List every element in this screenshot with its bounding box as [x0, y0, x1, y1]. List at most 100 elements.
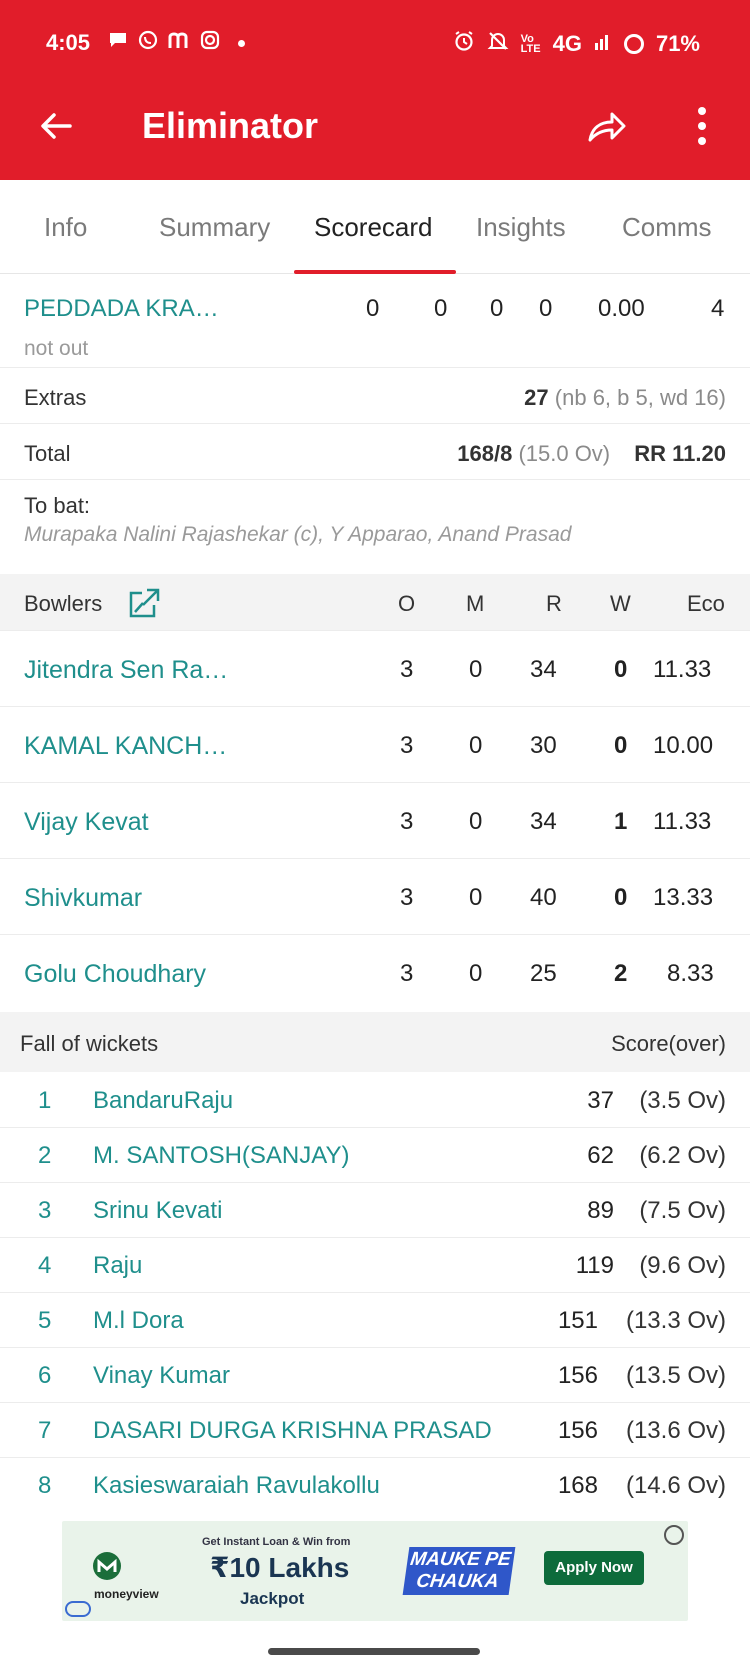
- ad-banner[interactable]: moneyview Get Instant Loan & Win from ₹1…: [62, 1521, 688, 1621]
- fow-row: 7 DASARI DURGA KRISHNA PRASAD 156 (13.6 …: [0, 1403, 750, 1458]
- extras-row: Extras 27 (nb 6, b 5, wd 16): [0, 369, 750, 424]
- fow-score: 168: [557, 1472, 598, 1499]
- fow-row: 4 Raju 119 (9.6 Ov): [0, 1238, 750, 1293]
- fow-score: 37: [587, 1087, 614, 1114]
- ad-apply-button[interactable]: Apply Now: [544, 1551, 644, 1585]
- fow-row: 3 Srinu Kevati 89 (7.5 Ov): [0, 1183, 750, 1238]
- fow-index: 2: [38, 1142, 52, 1169]
- fow-player-name[interactable]: DASARI DURGA KRISHNA PRASAD: [93, 1417, 492, 1445]
- bowler-overs: 3: [400, 808, 414, 835]
- fow-player-name[interactable]: Kasieswaraiah Ravulakollu: [93, 1472, 380, 1500]
- mute-bell-icon: [487, 30, 509, 58]
- home-indicator[interactable]: [268, 1648, 480, 1655]
- share-icon[interactable]: [586, 106, 628, 146]
- fall-of-wickets-header: Fall of wickets Score(over): [0, 1012, 750, 1072]
- tab-insights[interactable]: Insights: [476, 212, 566, 243]
- batsman-sixes: 0: [539, 295, 553, 322]
- fow-over: (13.5 Ov): [625, 1362, 726, 1389]
- total-score: 168/8: [457, 441, 513, 466]
- ad-jackpot: Jackpot: [240, 1589, 305, 1608]
- fow-player-name[interactable]: M. SANTOSH(SANJAY): [93, 1142, 349, 1170]
- bowler-row[interactable]: Golu Choudhary 3 0 25 2 8.33: [0, 936, 750, 1011]
- fow-player-name[interactable]: Raju: [93, 1252, 142, 1280]
- extras-value: 27: [524, 385, 549, 410]
- bowler-wickets: 0: [614, 884, 628, 911]
- batsman-fours: 0: [490, 295, 504, 322]
- bowler-row[interactable]: Shivkumar 3 0 40 0 13.33: [0, 860, 750, 935]
- fow-row: 2 M. SANTOSH(SANJAY) 62 (6.2 Ov): [0, 1128, 750, 1183]
- top-bar: 4:05 Vo LTE 4G 71% Eliminator: [0, 0, 750, 180]
- bowler-runs: 25: [530, 960, 557, 987]
- moneyview-logo-icon: [93, 1552, 121, 1580]
- back-arrow-icon[interactable]: [36, 106, 76, 146]
- fow-player-name[interactable]: BandaruRaju: [93, 1087, 233, 1115]
- alarm-icon: [453, 30, 475, 58]
- fow-row: 1 BandaruRaju 37 (3.5 Ov): [0, 1073, 750, 1128]
- page-title: Eliminator: [142, 105, 319, 146]
- bowler-row[interactable]: Jitendra Sen Ra… 3 0 34 0 11.33: [0, 632, 750, 707]
- tab-comms[interactable]: Comms: [622, 212, 712, 243]
- fow-player-name[interactable]: Srinu Kevati: [93, 1197, 222, 1225]
- fow-row: 6 Vinay Kumar 156 (13.5 Ov): [0, 1348, 750, 1403]
- fow-score: 156: [557, 1362, 598, 1389]
- tab-scorecard[interactable]: Scorecard: [314, 212, 433, 243]
- total-row: Total 168/8 (15.0 Ov) RR 11.20: [0, 425, 750, 480]
- more-options-icon[interactable]: [690, 104, 714, 148]
- ad-choices-icon[interactable]: [664, 1525, 684, 1545]
- batsman-row[interactable]: PEDDADA KRA… not out 0 0 0 0 0.00 4: [0, 275, 750, 368]
- external-link-icon[interactable]: [128, 588, 160, 618]
- batsman-extra-col: 4: [711, 295, 725, 322]
- batsman-name[interactable]: PEDDADA KRA…: [24, 295, 219, 323]
- to-bat-section: To bat: Murapaka Nalini Rajashekar (c), …: [0, 481, 750, 573]
- ad-amount: ₹10 Lakhs: [210, 1552, 350, 1583]
- tab-info[interactable]: Info: [44, 212, 87, 243]
- fow-over: (14.6 Ov): [625, 1472, 726, 1499]
- bowler-runs: 34: [530, 656, 557, 683]
- bowler-maidens: 0: [469, 884, 483, 911]
- total-label: Total: [24, 441, 71, 466]
- bowler-maidens: 0: [469, 808, 483, 835]
- app-bar: Eliminator: [0, 88, 750, 180]
- bowler-economy: 10.00: [653, 732, 714, 759]
- bowlers-label: Bowlers: [24, 591, 103, 616]
- bowler-name[interactable]: Vijay Kevat: [24, 808, 149, 837]
- notification-dot-icon: [238, 39, 245, 47]
- fow-row: 8 Kasieswaraiah Ravulakollu 168 (14.6 Ov…: [0, 1458, 750, 1513]
- ad-info-icon[interactable]: [65, 1601, 91, 1617]
- bowler-overs: 3: [400, 960, 414, 987]
- whatsapp-icon: [138, 30, 158, 56]
- bowler-economy: 11.33: [653, 808, 712, 835]
- batsman-status: not out: [24, 337, 89, 360]
- fow-index: 7: [38, 1417, 52, 1444]
- batsman-strike-rate: 0.00: [598, 295, 645, 322]
- col-overs-header: O: [398, 591, 416, 616]
- fow-score: 156: [557, 1417, 598, 1444]
- ad-promo-badge: MAUKE PE CHAUKA: [402, 1547, 516, 1595]
- bowler-runs: 34: [530, 808, 557, 835]
- fow-score: 119: [575, 1252, 614, 1279]
- bowler-name[interactable]: KAMAL KANCH…: [24, 732, 227, 761]
- bowler-wickets: 0: [614, 732, 628, 759]
- bowler-name[interactable]: Shivkumar: [24, 884, 142, 913]
- bowler-row[interactable]: Vijay Kevat 3 0 34 1 11.33: [0, 784, 750, 859]
- fow-player-name[interactable]: M.l Dora: [93, 1307, 184, 1335]
- fow-index: 3: [38, 1197, 52, 1224]
- fow-player-name[interactable]: Vinay Kumar: [93, 1362, 230, 1390]
- bowler-row[interactable]: KAMAL KANCH… 3 0 30 0 10.00: [0, 708, 750, 783]
- bowler-maidens: 0: [469, 732, 483, 759]
- total-overs: (15.0 Ov): [518, 441, 611, 466]
- bowler-runs: 40: [530, 884, 557, 911]
- fow-score: 151: [557, 1307, 598, 1334]
- instagram-icon: [200, 30, 220, 56]
- m-app-icon: [168, 30, 190, 56]
- signal-icon: [594, 31, 612, 57]
- bowler-name[interactable]: Jitendra Sen Ra…: [24, 656, 228, 685]
- fow-over: (13.6 Ov): [625, 1417, 726, 1444]
- tab-summary[interactable]: Summary: [159, 212, 270, 243]
- bowler-name[interactable]: Golu Choudhary: [24, 960, 206, 989]
- tab-bar: Info Summary Scorecard Insights Comms: [0, 180, 750, 274]
- to-bat-label: To bat:: [24, 493, 91, 518]
- bowler-runs: 30: [530, 732, 557, 759]
- bowler-economy: 8.33: [667, 960, 714, 987]
- fow-over: (13.3 Ov): [625, 1307, 726, 1334]
